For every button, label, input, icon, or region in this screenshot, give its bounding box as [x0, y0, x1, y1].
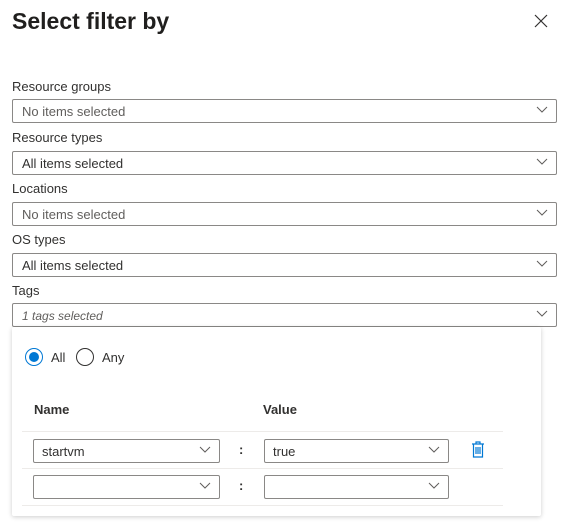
tag-value-dropdown[interactable] [264, 475, 449, 499]
dropdown-value: startvm [42, 444, 85, 459]
radio-unselected-icon [76, 348, 94, 366]
dropdown-value: All items selected [22, 258, 124, 273]
dropdown-value: All items selected [22, 156, 124, 171]
dropdown-value: 1 tags selected [22, 309, 103, 323]
tag-name-dropdown[interactable]: startvm [33, 439, 220, 463]
column-header-name: Name [34, 402, 70, 417]
chevron-down-icon [536, 209, 548, 216]
column-header-value: Value [263, 402, 297, 417]
dropdown-value: No items selected [22, 104, 126, 119]
tags-dropdown[interactable]: 1 tags selected [12, 303, 557, 327]
divider [22, 468, 503, 469]
os-types-label: OS types [12, 232, 66, 247]
chevron-down-icon [536, 106, 548, 113]
chevron-down-icon [536, 260, 548, 267]
locations-label: Locations [12, 181, 68, 196]
chevron-down-icon [199, 446, 211, 453]
resource-types-dropdown[interactable]: All items selected [12, 151, 557, 175]
resource-groups-label: Resource groups [12, 79, 111, 94]
chevron-down-icon [536, 310, 548, 317]
resource-types-label: Resource types [12, 130, 103, 145]
os-types-dropdown[interactable]: All items selected [12, 253, 557, 277]
divider [22, 505, 503, 506]
radio-any[interactable]: Any [76, 348, 124, 366]
tags-label: Tags [12, 283, 40, 298]
locations-dropdown[interactable]: No items selected [12, 202, 557, 226]
chevron-down-icon [428, 482, 440, 489]
delete-icon[interactable] [471, 441, 485, 458]
divider [22, 431, 503, 432]
close-icon[interactable] [532, 12, 550, 30]
tags-panel: All Any Name Value startvm : true : [12, 327, 541, 516]
radio-all[interactable]: All [25, 348, 65, 366]
page-title: Select filter by [12, 8, 170, 34]
chevron-down-icon [428, 446, 440, 453]
chevron-down-icon [536, 158, 548, 165]
dropdown-value: No items selected [22, 207, 126, 222]
tag-value-dropdown[interactable]: true [264, 439, 449, 463]
separator: : [239, 442, 244, 457]
radio-label: All [51, 349, 66, 365]
separator: : [239, 478, 244, 493]
radio-label: Any [102, 349, 125, 365]
resource-groups-dropdown[interactable]: No items selected [12, 99, 557, 123]
dropdown-value: true [273, 444, 296, 459]
tag-name-dropdown[interactable] [33, 475, 220, 499]
radio-selected-icon [25, 348, 43, 366]
chevron-down-icon [199, 482, 211, 489]
